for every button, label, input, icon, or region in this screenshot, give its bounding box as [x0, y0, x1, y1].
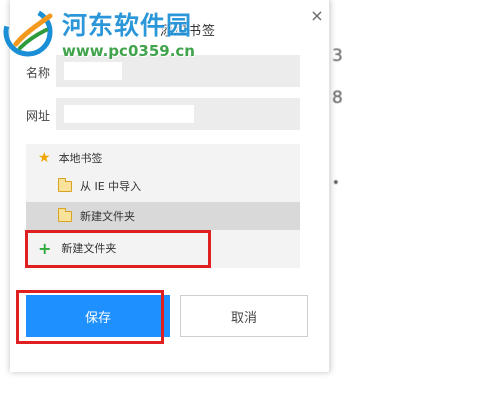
background-text: • [332, 176, 340, 191]
cancel-button[interactable]: 取消 [180, 295, 308, 337]
url-label: 网址 [26, 109, 51, 123]
tree-item-new-folder[interactable]: 新建文件夹 [26, 202, 300, 230]
tree-item-label: 从 IE 中导入 [80, 180, 142, 193]
name-value [64, 62, 122, 80]
folder-icon [58, 207, 72, 222]
url-value [64, 105, 194, 123]
background-page-bottom [0, 372, 499, 410]
save-button-highlight [16, 290, 164, 344]
name-label: 名称 [26, 66, 51, 80]
tree-item-import-ie[interactable]: 从 IE 中导入 [26, 172, 300, 200]
tree-item-label: 新建文件夹 [80, 210, 135, 223]
site-logo [3, 7, 53, 57]
watermark-site-url: www.pc0359.cn [62, 42, 195, 60]
url-field[interactable] [56, 98, 300, 130]
tree-item-label: 本地书签 [58, 152, 103, 165]
tree-item-local-bookmarks[interactable]: ★ 本地书签 [26, 144, 300, 172]
star-icon: ★ [38, 150, 51, 166]
close-icon[interactable]: × [308, 6, 326, 25]
new-folder-highlight [25, 230, 211, 268]
background-text: 3 [332, 46, 343, 66]
background-page [330, 0, 499, 410]
background-text: 8 [332, 88, 343, 108]
watermark-site-name: 河东软件园 [62, 11, 193, 40]
folder-icon [58, 177, 72, 192]
